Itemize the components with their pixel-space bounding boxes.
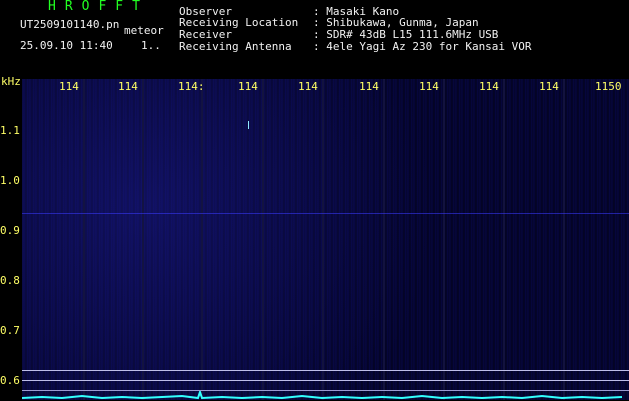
- mode-label: meteor: [124, 24, 164, 37]
- y-tick-label: 0.8: [0, 274, 20, 287]
- time-mark: [503, 79, 505, 400]
- signal-trace-line: [22, 391, 623, 400]
- app-brand: HROFFT: [48, 0, 149, 14]
- x-tick-label: 114: [479, 80, 499, 93]
- y-tick-label: 1.1: [0, 124, 20, 137]
- time-mark: [201, 79, 203, 400]
- x-tick-label: 114: [419, 80, 439, 93]
- time-mark: [563, 79, 565, 400]
- x-tick-label: 114: [298, 80, 318, 93]
- y-tick-label: 0.9: [0, 224, 20, 237]
- reference-line: [22, 380, 629, 381]
- x-tick-label: 114: [359, 80, 379, 93]
- x-tick-label: 114: [238, 80, 258, 93]
- meteor-echo: [248, 121, 249, 129]
- info-label-antenna: Receiving Antenna: [179, 40, 292, 53]
- time-mark: [322, 79, 324, 400]
- carrier-line: [22, 213, 629, 214]
- x-tick-label: 114:: [178, 80, 205, 93]
- y-tick-label: 1.0: [0, 174, 20, 187]
- detection-count: 1..: [141, 39, 161, 52]
- reference-line: [22, 370, 629, 371]
- time-mark: [83, 79, 85, 400]
- y-tick-label: 0.7: [0, 324, 20, 337]
- time-mark: [443, 79, 445, 400]
- info-value-antenna: : 4ele Yagi Az 230 for Kansai VOR: [313, 40, 532, 53]
- x-tick-label: 1150: [595, 80, 622, 93]
- file-name: UT2509101140.pn: [20, 18, 120, 31]
- y-axis-unit: kHz: [1, 75, 21, 88]
- x-tick-label: 114: [118, 80, 138, 93]
- time-mark: [262, 79, 264, 400]
- time-mark: [142, 79, 144, 400]
- time-mark: [383, 79, 385, 400]
- date-time: 25.09.10 11:40: [20, 39, 113, 52]
- x-tick-label: 114: [539, 80, 559, 93]
- x-tick-label: 114: [59, 80, 79, 93]
- spectrogram-plot: [22, 79, 629, 400]
- y-tick-label: 0.6: [0, 374, 20, 387]
